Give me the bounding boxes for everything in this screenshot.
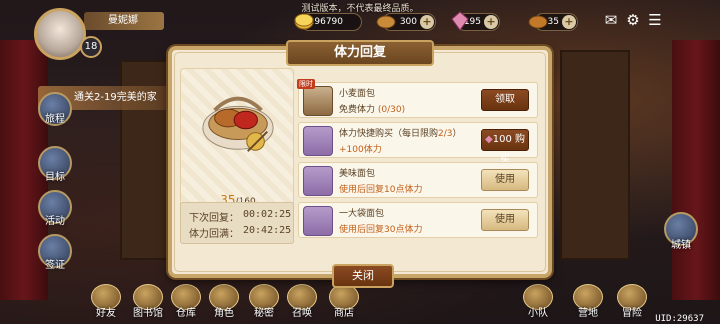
item-name: 美味面包 [339, 169, 376, 179]
buy-button[interactable]: ◆100 购买 [481, 129, 529, 165]
goal-label: 目标 [45, 172, 65, 183]
town-label: 城镇 [671, 240, 691, 251]
secret-button[interactable]: 秘密 [244, 284, 284, 324]
crystal-icon [451, 11, 469, 31]
full-recovery-time: 20:42:25 [243, 225, 292, 236]
bread-basket-icon [202, 96, 274, 152]
list-item-bread-bag: 一大袋面包 使用后回复30点体力 使用 [298, 202, 538, 238]
item-name: 小麦面包 [339, 89, 376, 99]
full-recovery-row: 体力回满： 20:42:25 [189, 225, 291, 240]
library-button[interactable]: 图书馆 [128, 284, 168, 324]
stamina-icon [376, 15, 396, 29]
coin-icon [294, 13, 314, 30]
list-item-wheat-bread: 限时 小麦面包 免费体力 (0/30) 领取 [297, 79, 538, 118]
next-recovery-row: 下次回复： 00:02:25 [189, 209, 291, 224]
journey-label: 旅程 [45, 114, 65, 125]
settings-icon[interactable]: ⚙ [624, 12, 642, 28]
item-desc: +100体力 [339, 145, 382, 155]
stamina-counter: 300 + [376, 13, 436, 31]
signin-label: 签证 [45, 260, 65, 271]
bread-counter: 35 + [528, 13, 578, 31]
crystal-counter: 195 + [451, 11, 500, 31]
list-item-quick-buy: 体力快捷购买（每日限购2/3） +100体力 ◆100 购买 [298, 122, 538, 165]
recovery-timers: 下次回复： 00:02:25 体力回满： 20:42:25 [180, 202, 294, 244]
gold-counter: 296790 [294, 13, 362, 31]
add-bread-button[interactable]: + [562, 15, 576, 29]
full-recovery-label: 体力回满： [189, 229, 239, 240]
stamina-value: 300 [399, 17, 417, 27]
next-recovery-time: 00:02:25 [243, 209, 292, 220]
adventure-button[interactable]: 冒险 [612, 284, 652, 324]
mail-icon[interactable]: ✉ [602, 12, 620, 28]
use-button[interactable]: 使用 [481, 209, 529, 231]
user-id: UID:29637 [655, 314, 704, 324]
character-button[interactable]: 角色 [204, 284, 244, 324]
camp-button[interactable]: 营地 [568, 284, 608, 324]
bread-icon [528, 15, 548, 29]
add-stamina-button[interactable]: + [420, 15, 434, 29]
shop-button[interactable]: 商店 [324, 284, 364, 324]
crystal-icon [303, 126, 333, 156]
stamina-recovery-dialog: 体力回复 35/160 下次回复： 00:02:25 体力回满： 20:42:2… [168, 40, 552, 288]
list-item-tasty-bread: 美味面包 使用后回复10点体力 使用 [298, 162, 538, 198]
item-desc: 使用后回复10点体力 [339, 185, 423, 195]
team-button[interactable]: 小队 [518, 284, 558, 324]
menu-icon[interactable]: ☰ [646, 12, 664, 28]
bread-value: 35 [547, 17, 559, 27]
use-button[interactable]: 使用 [481, 169, 529, 191]
item-desc: 免费体力 (0/30) [339, 105, 406, 115]
warehouse-button[interactable]: 仓库 [166, 284, 206, 324]
tasty-bread-icon [303, 166, 333, 196]
add-crystal-button[interactable]: + [484, 15, 498, 29]
bread-bag-icon [303, 206, 333, 236]
close-button[interactable]: 关闭 [332, 264, 394, 288]
item-name: 一大袋面包 [339, 209, 385, 219]
item-name: 体力快捷购买（每日限购2/3） [339, 129, 462, 139]
item-desc: 使用后回复30点体力 [339, 225, 423, 235]
next-recovery-label: 下次回复： [189, 213, 239, 224]
player-avatar[interactable] [34, 8, 86, 60]
player-name: 曼妮娜 [84, 12, 164, 30]
summon-button[interactable]: 召唤 [282, 284, 322, 324]
claim-button[interactable]: 领取 [481, 89, 529, 111]
friends-button[interactable]: 好友 [86, 284, 126, 324]
event-label: 活动 [45, 216, 65, 227]
limited-badge: 限时 [297, 79, 315, 89]
dialog-title: 体力回复 [286, 40, 434, 66]
wheat-bread-icon [303, 86, 333, 116]
player-level: 18 [80, 36, 102, 58]
